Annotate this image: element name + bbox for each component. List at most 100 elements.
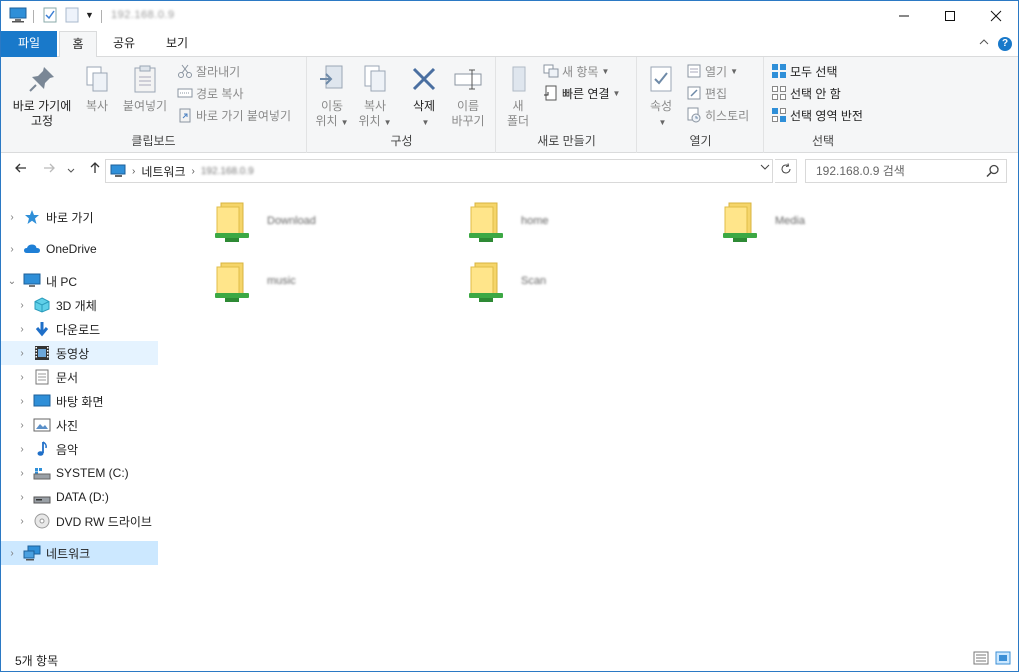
sidebar-item-onedrive[interactable]: › OneDrive [1,237,158,261]
tab-file[interactable]: 파일 [1,31,57,57]
sidebar-item-label: 내 PC [46,274,78,289]
invert-selection-button[interactable]: 선택 영역 반전 [771,105,863,125]
copy-to-button[interactable]: 복사 위치 ▼ [354,63,396,130]
pc-icon[interactable] [9,7,27,23]
properties-button[interactable]: 속성 ▼ [644,63,678,130]
new-folder-label-1: 새 [512,99,524,113]
copy-button[interactable]: 복사 [79,63,115,114]
chevron-right-icon[interactable]: › [15,348,29,359]
sidebar-item-dvd-drive[interactable]: › DVD RW 드라이브 [1,509,158,533]
sidebar-item-music[interactable]: › 음악 [1,437,158,461]
maximize-button[interactable] [927,1,973,31]
move-to-label-1: 이동 [320,99,344,113]
shared-folder-item[interactable]: home [467,193,707,249]
paste-icon [134,65,156,93]
chevron-right-icon[interactable]: › [15,372,29,383]
sidebar-item-desktop[interactable]: › 바탕 화면 [1,389,158,413]
large-icons-view-icon[interactable] [995,651,1011,665]
pin-quick-access-button[interactable]: 바로 가기에 고정 [7,63,77,129]
new-folder-button[interactable]: 새 폴더 [503,63,533,129]
sidebar-item-3d-objects[interactable]: › 3D 개체 [1,293,158,317]
shared-folder-item[interactable]: Download [213,193,453,249]
back-button[interactable] [11,161,31,181]
rename-button[interactable]: 이름 바꾸기 [446,63,490,129]
shared-folder-item[interactable]: Media [721,193,961,249]
sidebar-item-label: 사진 [56,418,79,433]
properties-quick-icon[interactable] [43,7,57,23]
chevron-right-icon[interactable]: › [15,420,29,431]
sidebar-item-drive-d[interactable]: › DATA (D:) [1,485,158,509]
sidebar-item-downloads[interactable]: › 다운로드 [1,317,158,341]
paste-shortcut-icon [179,108,191,123]
chevron-right-icon[interactable]: › [15,516,29,527]
delete-button[interactable]: 삭제 ▼ [406,63,442,130]
address-history-icon[interactable] [760,162,770,173]
sidebar-item-network[interactable]: › 네트워크 [1,541,158,565]
chevron-right-icon[interactable]: › [5,548,19,559]
tab-home[interactable]: 홈 [59,31,97,58]
paste-shortcut-button[interactable]: 바로 가기 붙여넣기 [177,105,291,125]
new-item-button[interactable]: 새 항목 ▼ [543,61,609,81]
up-button[interactable] [85,161,105,181]
sidebar-item-drive-c[interactable]: › SYSTEM (C:) [1,461,158,485]
history-label: 히스토리 [705,108,750,123]
edit-button[interactable]: 편집 [686,83,727,103]
chevron-right-icon[interactable]: › [15,492,29,503]
collapse-ribbon-icon[interactable] [979,37,989,49]
copy-to-label-1: 복사 [363,99,387,113]
sidebar-item-quick-access[interactable]: › 바로 가기 [1,205,158,229]
cut-button[interactable]: 잘라내기 [177,61,240,81]
download-icon [35,322,49,337]
tab-share[interactable]: 공유 [105,31,143,57]
chevron-right-icon[interactable]: › [15,324,29,335]
move-to-button[interactable]: 이동 위치 ▼ [312,63,352,130]
sidebar-item-label: 음악 [56,442,79,457]
chevron-down-icon[interactable]: ⌄ [5,276,19,287]
shared-folder-icon [469,262,503,302]
chevron-down-icon [67,168,75,173]
ribbon-tabs: 파일 홈 공유 보기 [1,31,1018,58]
drive-d-icon [33,496,51,504]
chevron-right-icon[interactable]: › [15,444,29,455]
chevron-right-icon[interactable]: › [15,300,29,311]
shared-folder-item[interactable]: Scan [467,253,707,309]
search-icon[interactable] [985,163,1001,179]
chevron-right-icon[interactable]: › [5,212,19,223]
chevron-right-icon[interactable]: › [5,244,19,255]
copy-path-button[interactable]: 경로 복사 [177,83,244,103]
search-input[interactable]: 192.168.0.9 검색 [805,159,1007,183]
address-bar[interactable]: › 네트워크 › 192.168.0.9 [105,159,773,183]
forward-button[interactable] [39,161,59,181]
sidebar-item-label: 네트워크 [46,546,91,561]
open-button[interactable]: 열기 ▼ [686,61,738,81]
minimize-button[interactable] [881,1,927,31]
close-button[interactable] [973,1,1019,31]
sidebar-item-pictures[interactable]: › 사진 [1,413,158,437]
select-none-button[interactable]: 선택 안 함 [771,83,841,103]
tab-view[interactable]: 보기 [158,31,196,57]
invert-selection-label: 선택 영역 반전 [790,108,863,123]
sidebar-item-videos[interactable]: › 동영상 [1,341,158,365]
network-location-icon [110,164,126,177]
chevron-right-icon[interactable]: › [15,468,29,479]
sidebar-item-documents[interactable]: › 문서 [1,365,158,389]
paste-button[interactable]: 붙여넣기 [119,63,171,114]
easy-access-button[interactable]: 빠른 연결 ▼ [543,83,620,103]
folder-name: music [267,275,296,287]
sidebar-item-this-pc[interactable]: ⌄ 내 PC [1,269,158,293]
refresh-button[interactable] [775,159,797,183]
sidebar-item-label: DATA (D:) [56,490,109,504]
history-button[interactable]: 히스토리 [686,105,749,125]
chevron-right-icon[interactable]: › [15,396,29,407]
breadcrumb-host[interactable]: 192.168.0.9 [201,166,254,177]
new-folder-quick-icon[interactable] [65,7,79,23]
select-all-button[interactable]: 모두 선택 [771,61,838,81]
recent-locations-button[interactable] [61,161,81,181]
shared-folder-item[interactable]: music [213,253,453,309]
details-view-icon[interactable] [973,651,989,665]
close-icon [990,10,1002,22]
copy-label: 복사 [85,99,109,113]
breadcrumb-network[interactable]: 네트워크 [141,163,185,180]
customize-quick-access-icon[interactable]: ▼ [85,10,94,20]
help-icon[interactable]: ? [998,37,1012,51]
